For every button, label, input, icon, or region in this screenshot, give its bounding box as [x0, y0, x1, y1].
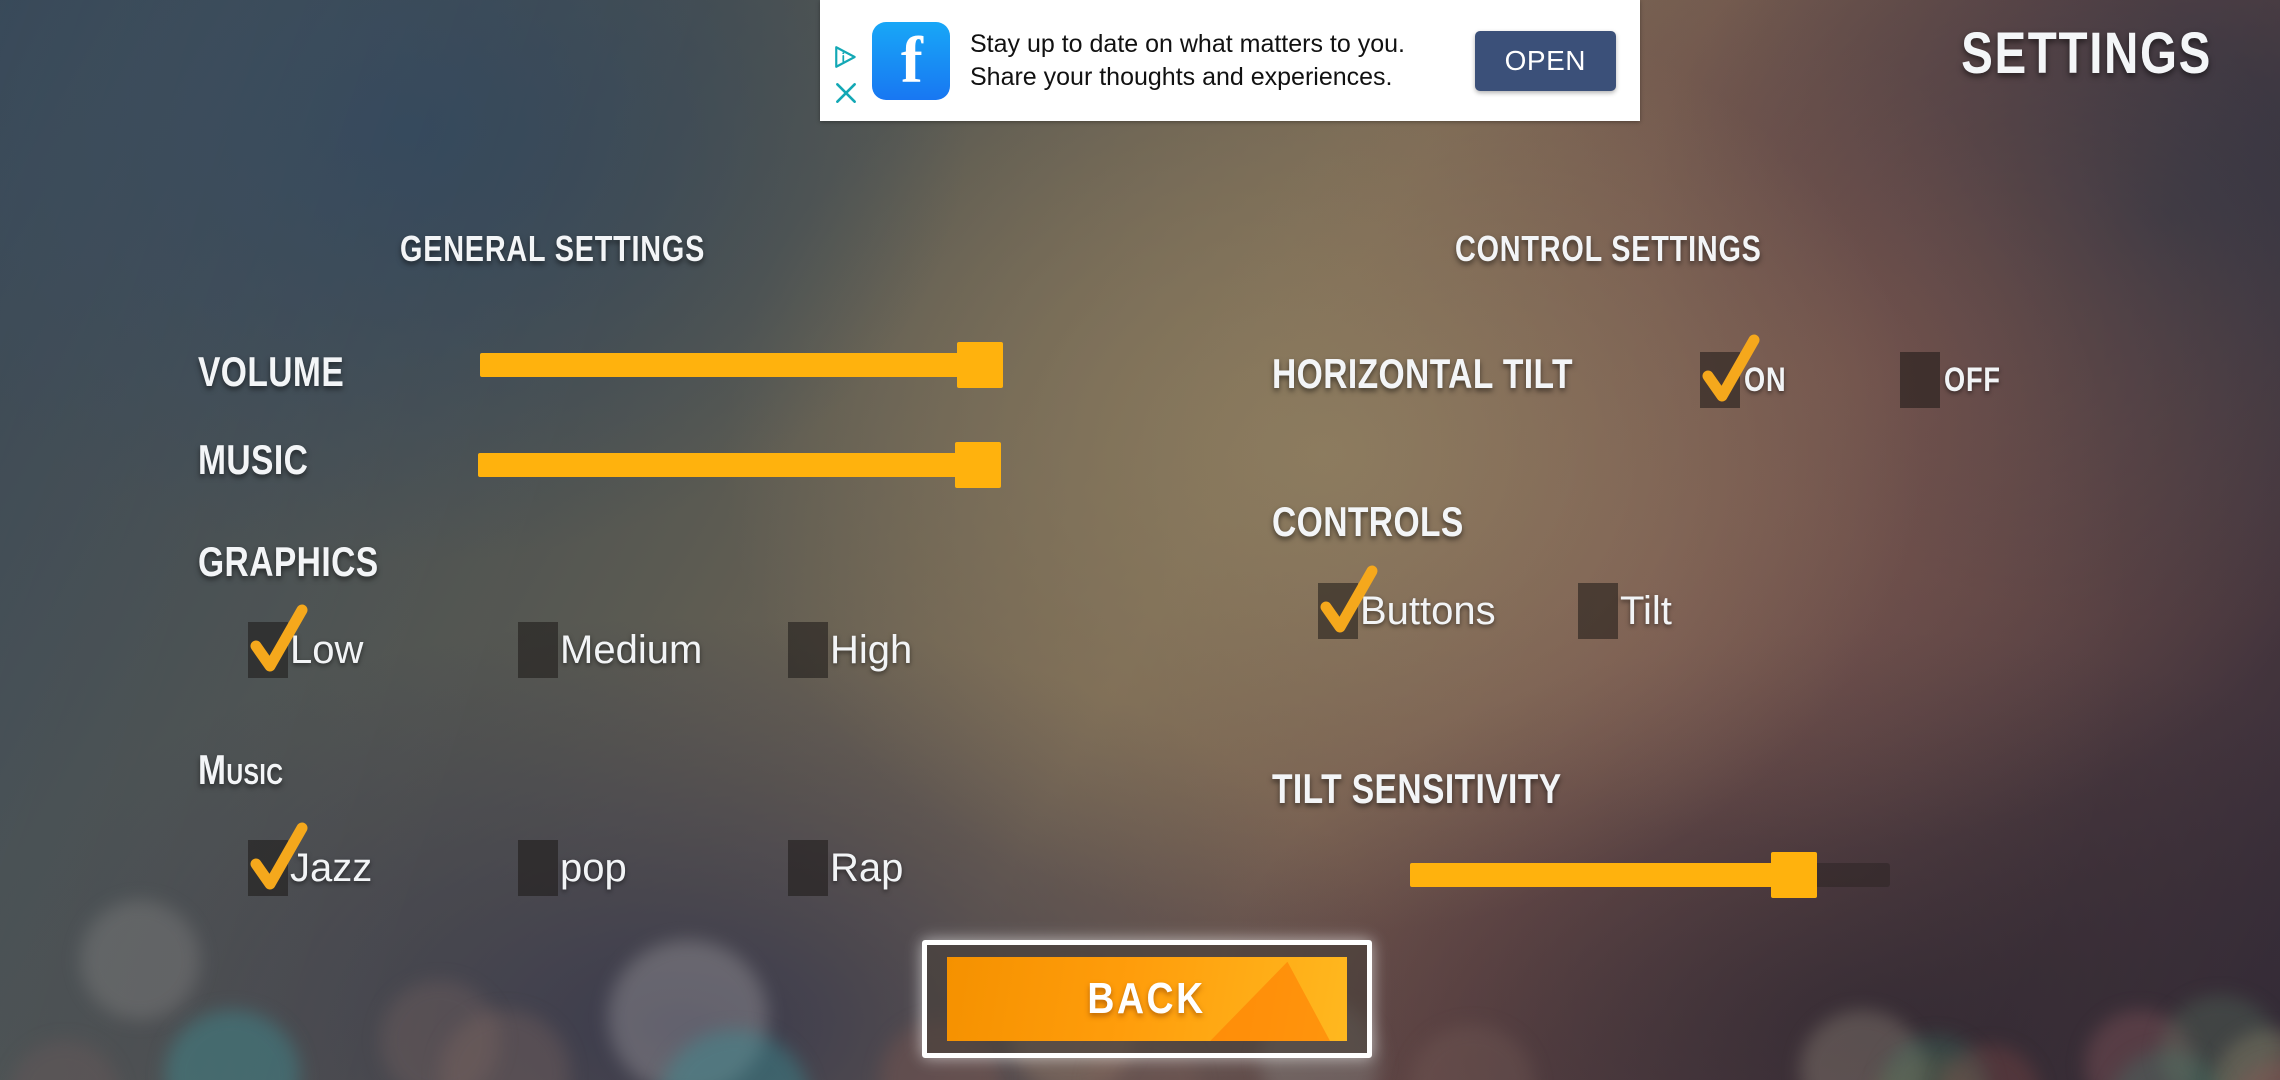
tilt-sensitivity-slider[interactable] [1410, 850, 1890, 900]
facebook-icon [872, 21, 950, 100]
control-settings-header: CONTROL SETTINGS [1455, 228, 1838, 270]
graphics-high-label: High [830, 627, 913, 672]
music-pop-checkbox[interactable] [518, 840, 558, 896]
ad-text: Stay up to date on what matters to you. … [970, 29, 1405, 91]
controls-option-tilt[interactable]: Tilt [1578, 583, 1672, 639]
tilt-sensitivity-label: TILT SENSITIVITY [1272, 765, 1562, 812]
general-settings-header: GENERAL SETTINGS [400, 228, 781, 270]
controls-buttons-checkbox[interactable] [1318, 565, 1378, 639]
close-icon[interactable] [833, 80, 859, 106]
music-level-slider-thumb[interactable] [955, 442, 1001, 488]
back-button-face: BACK [947, 957, 1347, 1041]
graphics-low-label: Low [290, 627, 364, 672]
music-pop-label: pop [560, 845, 627, 890]
ad-open-button[interactable]: OPEN [1474, 30, 1616, 91]
music-jazz-checkbox[interactable] [248, 822, 308, 896]
controls-label: CONTROLS [1272, 498, 1464, 545]
adchoices-icon[interactable] [833, 44, 859, 70]
graphics-option-high[interactable]: High [788, 622, 912, 678]
graphics-option-medium[interactable]: Medium [518, 622, 702, 678]
horizontal-tilt-option-on[interactable]: ON [1700, 334, 1797, 408]
tilt-sensitivity-slider-fill [1410, 863, 1794, 887]
music-jazz-label: Jazz [290, 845, 373, 890]
controls-buttons-label: Buttons [1360, 588, 1496, 633]
horizontal-tilt-off-checkbox[interactable] [1900, 352, 1940, 408]
volume-slider-thumb[interactable] [957, 342, 1003, 388]
music-level-slider-fill [478, 453, 978, 477]
horizontal-tilt-off-label: OFF [1944, 360, 2001, 399]
graphics-high-checkbox[interactable] [788, 622, 828, 678]
horizontal-tilt-label: HORIZONTAL TILT [1272, 350, 1573, 397]
graphics-label: GRAPHICS [198, 538, 379, 585]
graphics-medium-label: Medium [560, 627, 703, 672]
music-option-rap[interactable]: Rap [788, 840, 903, 896]
ad-icon-column [820, 0, 872, 121]
back-button[interactable]: BACK [922, 940, 1372, 1058]
music-option-pop[interactable]: pop [518, 840, 627, 896]
controls-option-buttons[interactable]: Buttons [1318, 565, 1496, 639]
horizontal-tilt-on-checkbox[interactable] [1700, 334, 1760, 408]
graphics-medium-checkbox[interactable] [518, 622, 558, 678]
game-settings-screen: Stay up to date on what matters to you. … [0, 0, 2280, 1080]
music-level-slider[interactable] [478, 440, 1001, 490]
controls-tilt-label: Tilt [1620, 588, 1672, 633]
volume-slider-fill [480, 353, 980, 377]
back-button-label: BACK [1087, 974, 1207, 1023]
page-title: SETTINGS [1961, 21, 2212, 86]
graphics-low-checkbox[interactable] [248, 604, 308, 678]
music-rap-label: Rap [830, 845, 904, 890]
tilt-sensitivity-slider-thumb[interactable] [1771, 852, 1817, 898]
graphics-option-low[interactable]: Low [248, 604, 364, 678]
volume-label: VOLUME [198, 348, 345, 395]
music-genre-label: Music [198, 746, 284, 793]
control-settings-header-label: CONTROL SETTINGS [1455, 228, 1762, 269]
horizontal-tilt-option-off[interactable]: OFF [1900, 352, 2015, 408]
music-option-jazz[interactable]: Jazz [248, 822, 373, 896]
general-settings-header-label: GENERAL SETTINGS [400, 228, 706, 269]
music-rap-checkbox[interactable] [788, 840, 828, 896]
volume-slider[interactable] [480, 340, 1003, 390]
controls-tilt-checkbox[interactable] [1578, 583, 1618, 639]
horizontal-tilt-on-label: ON [1744, 360, 1787, 399]
music-level-label: MUSIC [198, 436, 309, 483]
ad-banner[interactable]: Stay up to date on what matters to you. … [820, 0, 1640, 121]
